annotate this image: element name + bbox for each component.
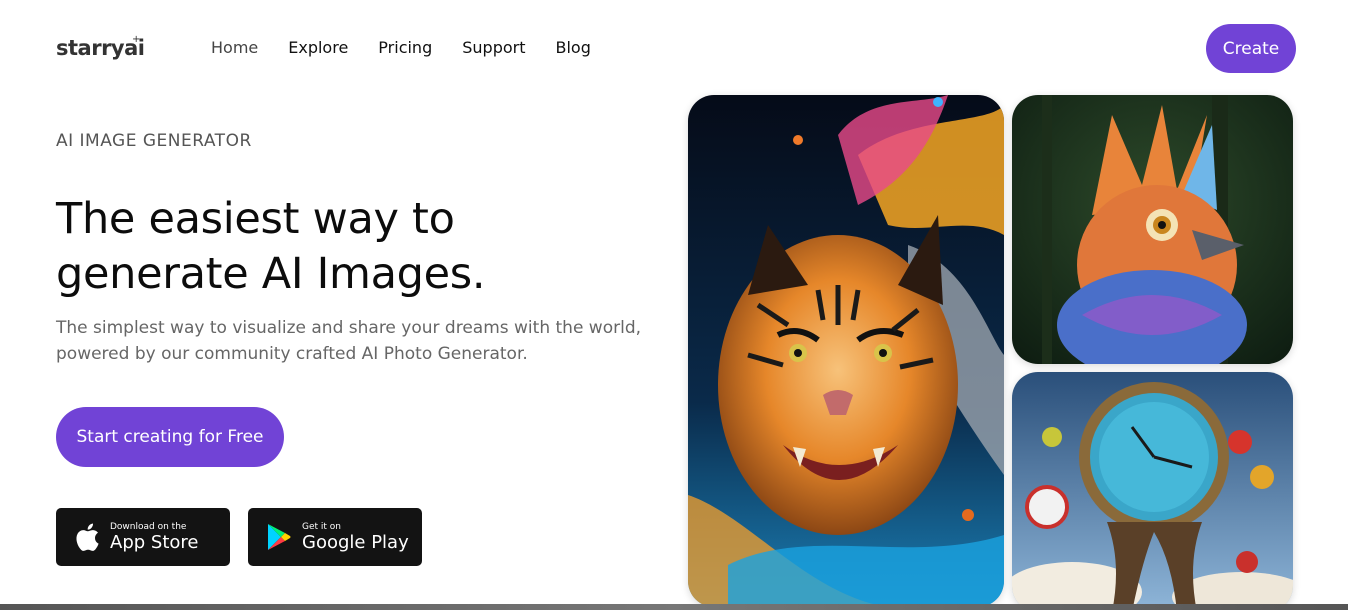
start-creating-button[interactable]: Start creating for Free (56, 407, 284, 467)
top-nav: starryai + Home Explore Pricing Support … (0, 0, 1348, 96)
nav-link-explore[interactable]: Explore (288, 38, 348, 57)
logo-star-icon: + (132, 34, 141, 45)
app-store-label: App Store (110, 532, 199, 553)
apple-icon (76, 523, 99, 551)
hero-subtext: The simplest way to visualize and share … (56, 318, 642, 364)
clock-image[interactable] (1012, 372, 1293, 610)
bottom-scroll-bar (0, 604, 1348, 610)
nav-link-blog[interactable]: Blog (555, 38, 590, 57)
tiger-artwork (688, 95, 1004, 607)
headline-line-2: generate AI Images. (56, 249, 486, 299)
google-play-small-label: Get it on (302, 522, 342, 532)
app-store-small-label: Download on the (110, 522, 187, 532)
hero-headline: The easiest way to generate AI Images. (56, 192, 616, 302)
headline-line-1: The easiest way to (56, 194, 455, 244)
create-button[interactable]: Create (1206, 24, 1296, 73)
google-play-icon (268, 524, 291, 550)
bird-artwork (1012, 95, 1293, 364)
google-play-button[interactable]: Get it on Google Play (248, 508, 422, 566)
nav-link-support[interactable]: Support (462, 38, 525, 57)
hero-eyebrow: AI IMAGE GENERATOR (56, 131, 252, 151)
bird-image[interactable] (1012, 95, 1293, 364)
google-play-label: Google Play (302, 532, 409, 553)
tiger-image[interactable] (688, 95, 1004, 607)
nav-link-home[interactable]: Home (211, 38, 258, 57)
clock-artwork (1012, 372, 1293, 610)
nav-links: Home Explore Pricing Support Blog (211, 38, 591, 57)
app-store-button[interactable]: Download on the App Store (56, 508, 230, 566)
nav-link-pricing[interactable]: Pricing (378, 38, 432, 57)
